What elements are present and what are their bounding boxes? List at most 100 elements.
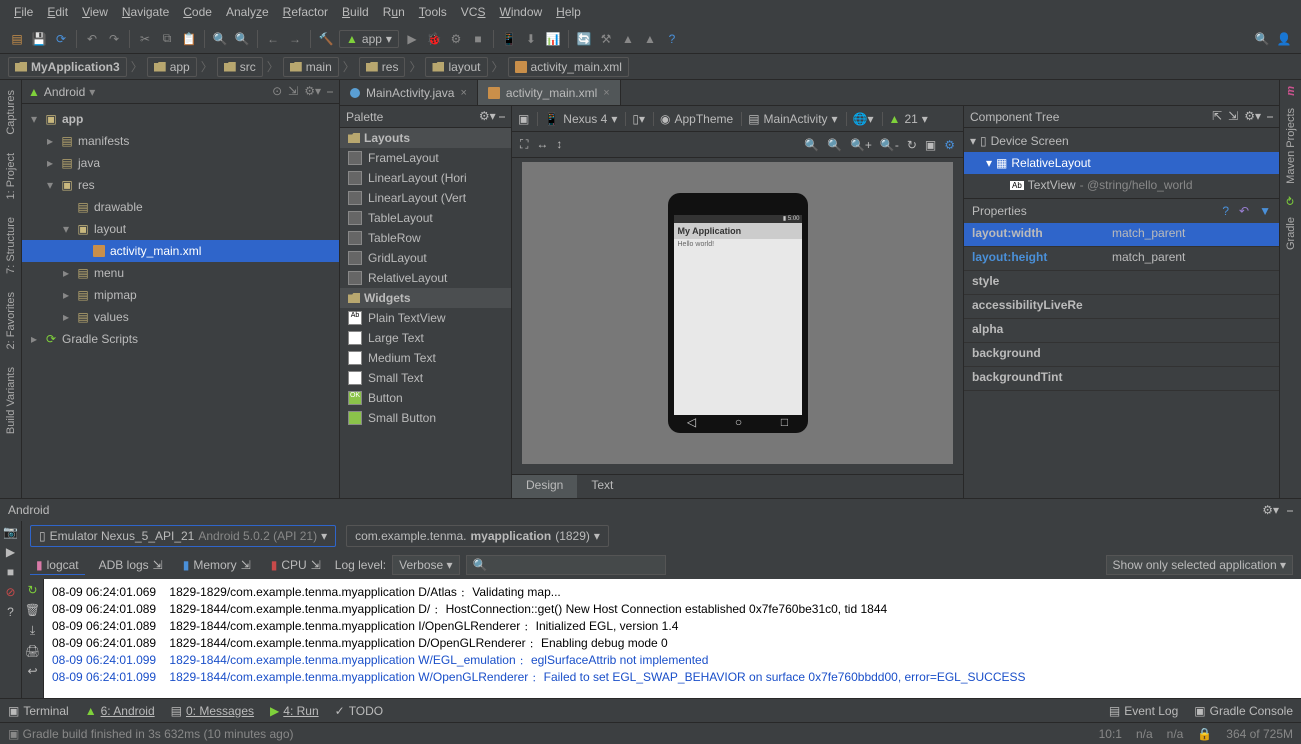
zoom-actual-icon[interactable]: 🔍 [827, 138, 842, 152]
text-tab[interactable]: Text [577, 475, 627, 498]
tab-build-variants[interactable]: Build Variants [3, 361, 19, 440]
hello-text[interactable]: Hello world! [674, 239, 802, 250]
tab-gradle[interactable]: Gradle [1283, 211, 1299, 256]
hide-icon[interactable]: ⎯ [1267, 109, 1273, 124]
palette-item[interactable]: Small Button [340, 408, 511, 428]
paste-icon[interactable]: 📋 [180, 30, 198, 48]
menu-tools[interactable]: Tools [413, 3, 453, 21]
play-icon[interactable]: ▶ [6, 545, 15, 559]
help-icon[interactable]: ? [1222, 204, 1229, 218]
menu-run[interactable]: Run [377, 3, 411, 21]
stop-icon[interactable]: ■ [7, 565, 14, 579]
tab-favorites[interactable]: 2: Favorites [3, 286, 19, 355]
gear-icon[interactable]: ⚙▾ [1262, 503, 1279, 518]
expand-icon[interactable]: ⇱ [1212, 109, 1222, 124]
tab-maven[interactable]: m [1283, 80, 1299, 102]
tab-gradle-icon[interactable]: ⟳ [1282, 190, 1299, 211]
crumb-res[interactable]: res [359, 57, 406, 77]
gear-icon[interactable]: ⚙▾ [304, 84, 321, 99]
copy-icon[interactable]: ⧉ [158, 30, 176, 48]
collapse-icon[interactable]: ⇲ [288, 84, 298, 99]
settings-icon[interactable]: ⚙ [944, 138, 955, 152]
zoom-fit-icon[interactable]: 🔍 [804, 138, 819, 152]
attach-icon[interactable]: ⚙ [447, 30, 465, 48]
tab-maven-label[interactable]: Maven Projects [1283, 102, 1299, 190]
help-icon[interactable]: ? [663, 30, 681, 48]
close-icon[interactable]: × [460, 87, 466, 99]
menu-vcs[interactable]: VCS [455, 3, 492, 21]
target-icon[interactable]: ⊙ [272, 84, 282, 99]
cpu-tab[interactable]: ▮CPU ⇲ [265, 556, 327, 575]
menu-file[interactable]: File [8, 3, 39, 21]
palette-item[interactable]: Large Text [340, 328, 511, 348]
crumb-project[interactable]: MyApplication3 [8, 57, 127, 77]
restart-icon[interactable]: ↻ [27, 583, 37, 597]
design-canvas[interactable]: ▮ 5:00 My Application Hello world! ◁○□ [512, 158, 963, 474]
clear-icon[interactable]: 🗑 [25, 603, 40, 617]
device-selector[interactable]: ▯Emulator Nexus_5_API_21 Android 5.0.2 (… [30, 525, 336, 547]
crumb-main[interactable]: main [283, 57, 339, 77]
menu-window[interactable]: Window [493, 3, 548, 21]
fit2-icon[interactable]: ↕ [556, 137, 562, 152]
menu-help[interactable]: Help [550, 3, 587, 21]
replace-icon[interactable]: 🔍 [233, 30, 251, 48]
proj-struct-icon[interactable]: ⚒ [597, 30, 615, 48]
palette-item[interactable]: Medium Text [340, 348, 511, 368]
logcat-tab[interactable]: ▮logcat [30, 556, 85, 575]
palette-item[interactable]: AbPlain TextView [340, 308, 511, 328]
adb-tab[interactable]: ADB logs ⇲ [93, 556, 169, 575]
make-icon[interactable]: 🔨 [317, 30, 335, 48]
forward-icon[interactable]: → [286, 30, 304, 48]
show-icon[interactable]: ▣ [518, 112, 529, 126]
tab-activity-main-xml[interactable]: activity_main.xml× [478, 80, 621, 105]
palette-item[interactable]: OKButton [340, 388, 511, 408]
project-view-title[interactable]: Android [44, 85, 85, 99]
close-icon[interactable]: × [603, 87, 609, 99]
tab-structure[interactable]: 7: Structure [3, 211, 19, 280]
api-selector[interactable]: ▲21▾ [882, 112, 928, 126]
find-icon[interactable]: 🔍 [211, 30, 229, 48]
menu-build[interactable]: Build [336, 3, 375, 21]
crumb-app[interactable]: app [147, 57, 197, 77]
help-icon[interactable]: ? [7, 605, 14, 619]
wrap-icon[interactable]: ↩ [27, 664, 37, 678]
tab-project[interactable]: 1: Project [3, 147, 19, 205]
todo-tab[interactable]: ✓ TODO [335, 704, 384, 718]
lock-icon[interactable]: 🔒 [1197, 727, 1212, 741]
redo-icon[interactable]: ↷ [105, 30, 123, 48]
close-icon[interactable]: ⊘ [5, 585, 15, 599]
log-filter-select[interactable]: Show only selected application ▾ [1106, 555, 1293, 575]
cut-icon[interactable]: ✂ [136, 30, 154, 48]
menu-edit[interactable]: Edit [41, 3, 74, 21]
eventlog-tab[interactable]: ▤ Event Log [1109, 704, 1178, 718]
android-icon-2[interactable]: ▲ [619, 30, 637, 48]
ddms-icon[interactable]: 📊 [544, 30, 562, 48]
locale-selector[interactable]: 🌐▾ [846, 112, 874, 126]
activity-selector[interactable]: ▤ MainActivity▾ [741, 112, 837, 126]
palette-item[interactable]: LinearLayout (Hori [340, 168, 511, 188]
crumb-layout[interactable]: layout [425, 57, 487, 77]
search-icon[interactable]: 🔍 [1253, 30, 1271, 48]
crumb-src[interactable]: src [217, 57, 263, 77]
component-tree[interactable]: ▾▯Device Screen ▾▦RelativeLayout AbTextV… [964, 128, 1279, 198]
hide-icon[interactable]: ⎯ [327, 84, 333, 99]
undo-icon[interactable]: ↶ [1239, 204, 1249, 218]
properties-table[interactable]: layout:widthmatch_parent layout:heightma… [964, 223, 1279, 498]
filter-icon[interactable]: ▼ [1259, 204, 1271, 218]
camera-icon[interactable]: 📷 [3, 525, 18, 539]
zoom-out-icon[interactable]: 🔍- [880, 138, 899, 152]
palette-item[interactable]: FrameLayout [340, 148, 511, 168]
palette-item[interactable]: GridLayout [340, 248, 511, 268]
gear-icon[interactable]: ⚙▾ [479, 109, 496, 123]
avd-icon[interactable]: 📱 [500, 30, 518, 48]
fit-icon[interactable]: ↔ [536, 137, 548, 152]
hide-icon[interactable]: ⎯ [1287, 503, 1293, 518]
messages-tab[interactable]: ▤ 0: Messages [171, 704, 254, 718]
back-icon[interactable]: ← [264, 30, 282, 48]
run-config-selector[interactable]: ▲ app ▾ [339, 30, 399, 48]
run-icon[interactable]: ▶ [403, 30, 421, 48]
palette-item[interactable]: LinearLayout (Vert [340, 188, 511, 208]
collapse-icon[interactable]: ⇲ [1228, 109, 1238, 124]
menu-navigate[interactable]: Navigate [116, 3, 175, 21]
orientation-selector[interactable]: ▯▾ [625, 112, 645, 126]
